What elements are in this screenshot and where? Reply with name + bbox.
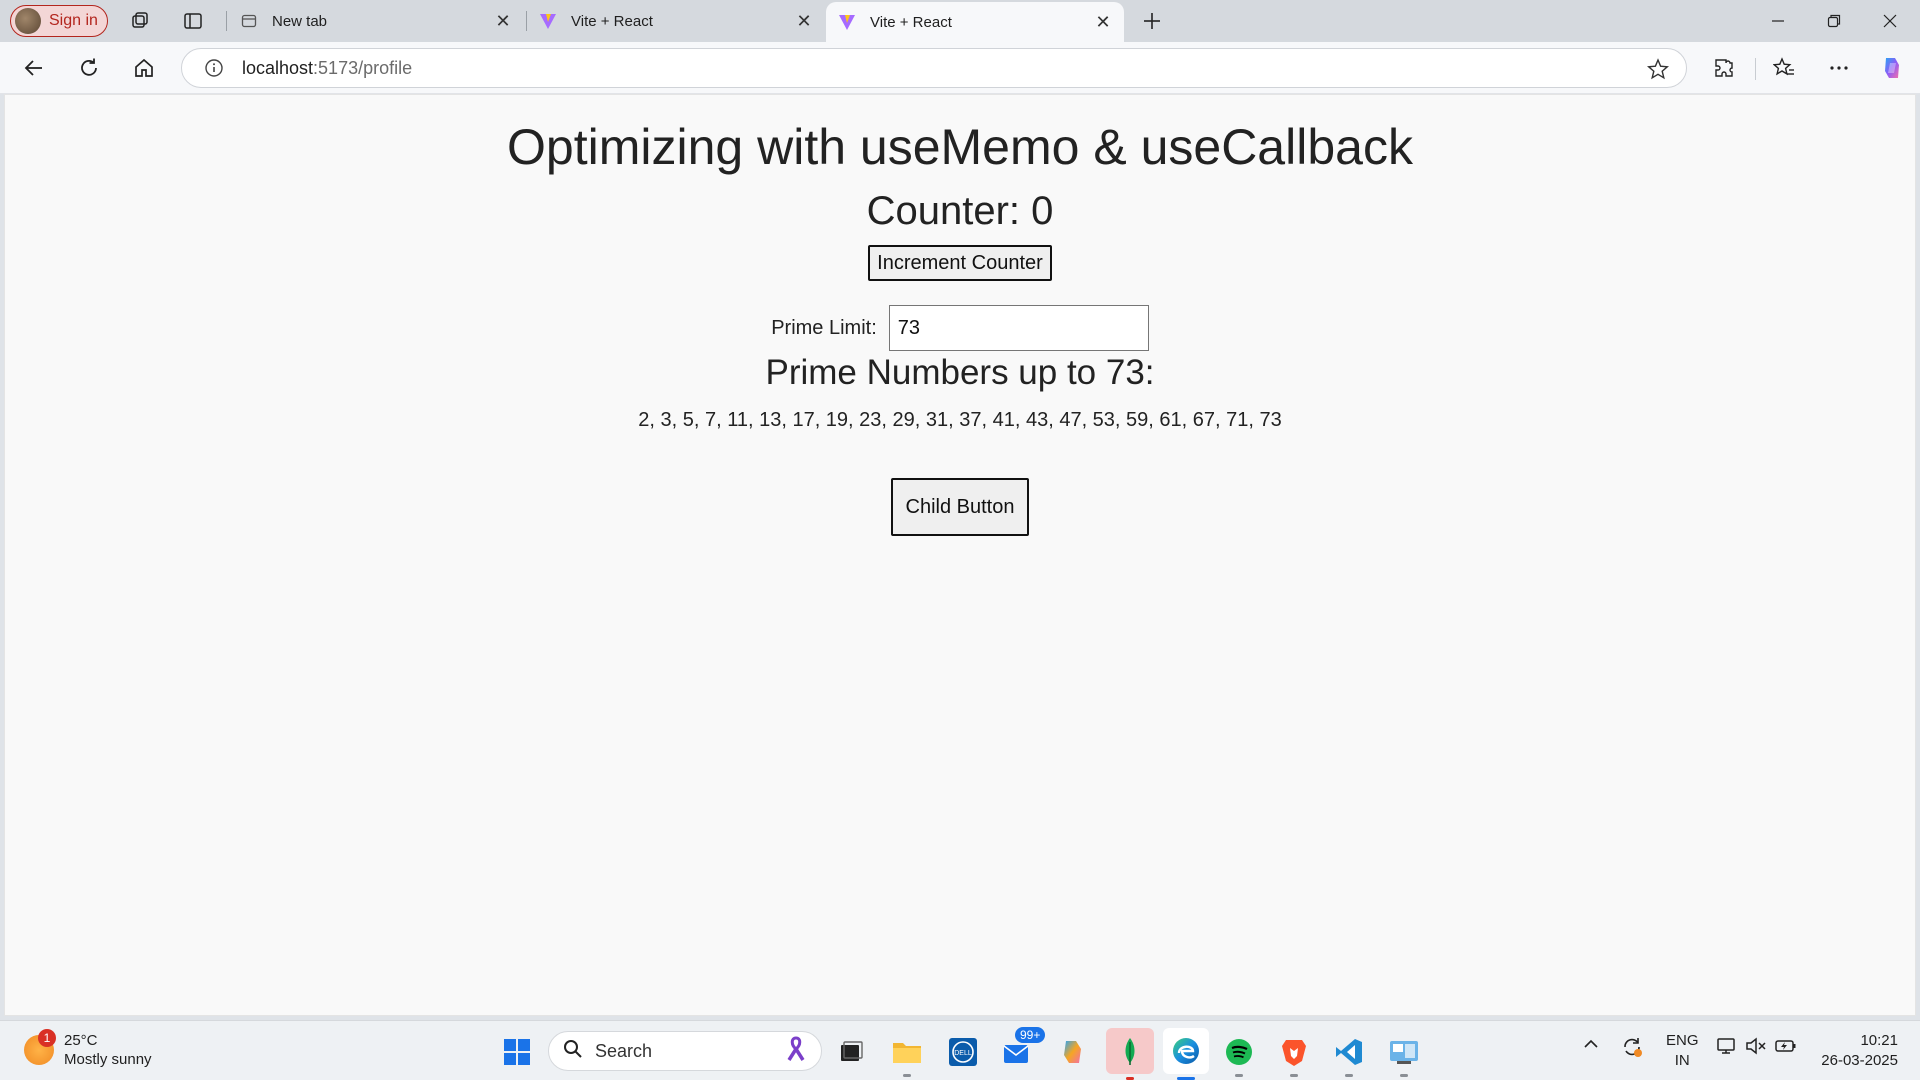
minimize-icon[interactable] [1750, 0, 1806, 42]
system-clock[interactable]: 10:21 26-03-2025 [1821, 1031, 1898, 1071]
lang-line2: IN [1674, 1052, 1690, 1069]
app-root: Optimizing with useMemo & useCallback Co… [5, 117, 1915, 536]
close-window-icon[interactable] [1862, 0, 1918, 42]
restore-icon[interactable] [1806, 0, 1862, 42]
new-tab-icon[interactable] [1140, 9, 1164, 33]
running-indicator [903, 1074, 911, 1077]
lang-line1: ENG [1666, 1032, 1699, 1049]
page-viewport: Optimizing with useMemo & useCallback Co… [4, 94, 1916, 1016]
close-icon[interactable]: ✕ [795, 11, 813, 31]
running-indicator [1400, 1074, 1408, 1077]
sun-icon: 1 [24, 1029, 56, 1065]
favorite-star-icon[interactable] [1646, 57, 1670, 81]
more-options-icon[interactable] [1823, 52, 1855, 84]
increment-counter-button[interactable]: Increment Counter [868, 245, 1052, 281]
url-host: localhost [242, 57, 314, 78]
close-icon[interactable]: ✕ [494, 11, 512, 31]
clock-time: 10:21 [1860, 1032, 1898, 1049]
copilot-app-icon[interactable] [1054, 1033, 1092, 1071]
profile-button[interactable]: Sign in [10, 5, 108, 37]
dell-icon[interactable]: DELL [944, 1033, 982, 1071]
tab-strip: Sign in New tab ✕ Vite + React ✕ Vite + … [0, 0, 1920, 42]
child-button[interactable]: Child Button [891, 478, 1029, 536]
extensions-icon[interactable] [1708, 52, 1740, 84]
vscode-icon[interactable] [1330, 1033, 1368, 1077]
sync-icon[interactable] [1620, 1035, 1644, 1063]
workspaces-icon[interactable] [128, 9, 152, 33]
page-title: Optimizing with useMemo & useCallback [507, 119, 1413, 175]
taskbar-search[interactable]: Search [548, 1031, 822, 1071]
prime-limit-label: Prime Limit: [771, 316, 877, 339]
tab-vite-react-active[interactable]: Vite + React ✕ [826, 2, 1124, 42]
tab-separator [226, 11, 227, 31]
tab-title: Vite + React [870, 13, 952, 31]
url-path: :5173/profile [313, 57, 413, 78]
browser-toolbar: localhost:5173/profile [0, 42, 1920, 94]
search-icon [563, 1039, 583, 1064]
toolbar-divider [1755, 58, 1756, 80]
volume-muted-icon[interactable] [1745, 1035, 1767, 1061]
tab-title: Vite + React [571, 12, 653, 30]
weather-badge: 1 [38, 1029, 56, 1047]
task-view-icon[interactable] [832, 1033, 870, 1071]
running-indicator [1235, 1074, 1243, 1077]
profile-label: Sign in [49, 12, 98, 29]
control-panel-icon[interactable] [1385, 1033, 1423, 1077]
battery-icon[interactable] [1774, 1035, 1798, 1061]
address-bar[interactable]: localhost:5173/profile [181, 48, 1687, 88]
tab-vite-react[interactable]: Vite + React ✕ [527, 0, 825, 42]
weather-widget[interactable]: 1 25°C Mostly sunny [24, 1029, 152, 1069]
spotify-icon[interactable] [1220, 1033, 1258, 1077]
site-info-icon[interactable] [194, 48, 234, 88]
running-indicator [1345, 1074, 1353, 1077]
network-icon[interactable] [1716, 1035, 1738, 1061]
copilot-icon[interactable] [1876, 52, 1908, 84]
mongodb-compass-icon[interactable] [1106, 1028, 1154, 1080]
tab-new-tab[interactable]: New tab ✕ [228, 0, 524, 42]
chevron-up-icon[interactable] [1582, 1035, 1600, 1057]
vite-icon [539, 12, 557, 30]
mail-badge: 99+ [1015, 1027, 1046, 1043]
tab-actions-icon[interactable] [181, 9, 205, 33]
close-icon[interactable]: ✕ [1094, 12, 1112, 32]
file-explorer-icon[interactable] [888, 1033, 926, 1077]
primes-heading: Prime Numbers up to 73: [765, 353, 1155, 392]
newtab-icon [240, 12, 258, 30]
edge-icon[interactable] [1163, 1028, 1209, 1080]
brave-icon[interactable] [1275, 1033, 1313, 1077]
vite-icon [838, 13, 856, 31]
search-placeholder: Search [595, 1040, 653, 1061]
clock-date: 26-03-2025 [1821, 1052, 1898, 1069]
language-indicator[interactable]: ENG IN [1666, 1031, 1699, 1071]
windows-taskbar: 1 25°C Mostly sunny Search DELL 99+ ENG … [0, 1020, 1920, 1080]
prime-limit-input[interactable] [888, 305, 1149, 351]
favorites-icon[interactable] [1768, 52, 1800, 84]
back-icon[interactable] [18, 52, 50, 84]
avatar [15, 8, 41, 34]
home-icon[interactable] [128, 52, 160, 84]
mail-icon[interactable]: 99+ [999, 1027, 1046, 1071]
refresh-icon[interactable] [73, 52, 105, 84]
running-indicator [1290, 1074, 1298, 1077]
prime-limit-row: Prime Limit: [5, 305, 1915, 351]
url-text: localhost:5173/profile [242, 58, 412, 79]
tab-title: New tab [272, 12, 328, 30]
svg-text:DELL: DELL [954, 1050, 972, 1057]
ribbon-icon [785, 1035, 807, 1067]
primes-list: 2, 3, 5, 7, 11, 13, 17, 19, 23, 29, 31, … [638, 409, 1282, 431]
weather-desc: Mostly sunny [64, 1051, 152, 1068]
weather-text: 25°C Mostly sunny [64, 1031, 152, 1069]
counter-display: Counter: 0 [866, 189, 1054, 233]
start-icon[interactable] [498, 1033, 536, 1071]
weather-temp: 25°C [64, 1032, 98, 1049]
